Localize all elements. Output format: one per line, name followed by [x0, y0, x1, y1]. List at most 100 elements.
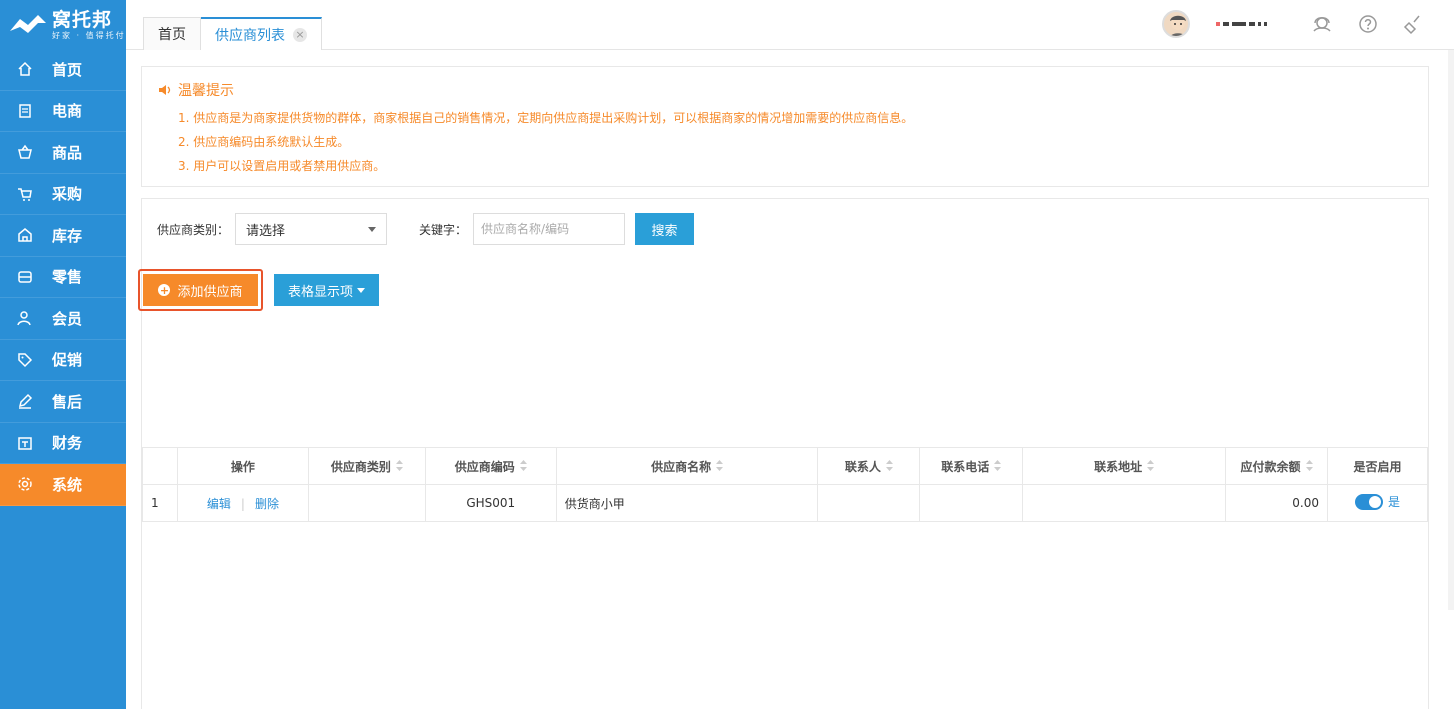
logo[interactable]: 窝托邦 好家 · 值得托付 — [0, 0, 126, 49]
sort-icon[interactable] — [1305, 460, 1313, 474]
table-header-row: 操作 供应商类别 供应商编码 供应商名称 联系人 联系电话 联系地址 应付款余额… — [142, 447, 1429, 485]
finance-icon — [16, 434, 34, 452]
document-icon — [16, 102, 34, 120]
header-label: 供应商类别 — [330, 459, 391, 474]
sidebar-item-label: 电商 — [52, 102, 83, 121]
column-settings-button[interactable]: 表格显示项 — [274, 274, 379, 306]
keyword-input[interactable] — [473, 213, 626, 245]
sidebar: 窝托邦 好家 · 值得托付 首页 电商 商品 采购 库存 零售 会员 促销 售后… — [0, 0, 126, 709]
tab-bar: 首页 供应商列表 × — [143, 17, 322, 50]
page-scrollbar[interactable] — [1448, 50, 1454, 610]
edit-link[interactable]: 编辑 — [207, 497, 231, 511]
header-label: 应付款余额 — [1240, 459, 1301, 474]
header-balance[interactable]: 应付款余额 — [1225, 447, 1328, 485]
tab-label: 首页 — [158, 27, 186, 43]
support-icon[interactable] — [1310, 12, 1334, 36]
plus-circle-icon: + — [158, 283, 171, 297]
header-label: 是否启用 — [1353, 459, 1402, 474]
cart-icon — [16, 185, 34, 203]
header-phone[interactable]: 联系电话 — [919, 447, 1024, 485]
sidebar-item-products[interactable]: 商品 — [0, 132, 126, 174]
header-category[interactable]: 供应商类别 — [307, 447, 426, 485]
cell-name: 供货商小甲 — [555, 484, 819, 522]
sidebar-item-label: 商品 — [52, 143, 83, 162]
sidebar-item-promotion[interactable]: 促销 — [0, 340, 126, 381]
toggle-switch[interactable] — [1354, 493, 1383, 510]
header-label: 供应商名称 — [651, 459, 712, 474]
sidebar-item-label: 系统 — [52, 475, 83, 494]
delete-link[interactable]: 删除 — [255, 497, 279, 511]
tips-list: 1. 供应商是为商家提供货物的群体，商家根据自己的销售情况，定期向供应商提出采购… — [158, 106, 1412, 178]
clean-icon[interactable] — [1402, 12, 1426, 36]
sidebar-item-aftersale[interactable]: 售后 — [0, 381, 126, 423]
cell-category — [307, 484, 426, 522]
sidebar-item-label: 采购 — [52, 185, 83, 204]
help-icon[interactable] — [1356, 12, 1380, 36]
sort-icon[interactable] — [1147, 460, 1155, 474]
header-label: 联系人 — [844, 459, 881, 474]
avatar[interactable] — [1162, 10, 1190, 38]
header-index — [142, 447, 178, 485]
sidebar-item-purchase[interactable]: 采购 — [0, 174, 126, 215]
caret-down-icon — [357, 287, 365, 293]
add-supplier-highlight: + 添加供应商 — [138, 269, 263, 311]
enabled-label: 是 — [1387, 495, 1400, 510]
sort-icon[interactable] — [519, 460, 527, 474]
cell-index: 1 — [142, 484, 178, 522]
sidebar-item-label: 零售 — [52, 268, 83, 287]
sidebar-item-ecommerce[interactable]: 电商 — [0, 91, 126, 132]
tips-panel: 温馨提示 1. 供应商是为商家提供货物的群体，商家根据自己的销售情况，定期向供应… — [141, 66, 1429, 187]
tip-item: 1. 供应商是为商家提供货物的群体，商家根据自己的销售情况，定期向供应商提出采购… — [178, 111, 914, 125]
tips-title: 温馨提示 — [158, 80, 1412, 100]
tab-supplier-list[interactable]: 供应商列表 × — [201, 17, 322, 50]
tab-label: 供应商列表 — [215, 27, 285, 44]
cell-contact — [817, 484, 921, 522]
top-bar: 首页 供应商列表 × — [126, 0, 1454, 50]
sidebar-item-home[interactable]: 首页 — [0, 49, 126, 91]
sort-icon[interactable] — [716, 460, 724, 474]
cell-code: GHS001 — [424, 484, 557, 522]
header-address[interactable]: 联系地址 — [1022, 447, 1227, 485]
sidebar-nav: 首页 电商 商品 采购 库存 零售 会员 促销 售后 财务 系统 — [0, 49, 126, 506]
category-select-value: 请选择 — [246, 223, 286, 239]
header-enabled: 是否启用 — [1326, 447, 1429, 485]
logo-brand: 窝托邦 — [52, 8, 113, 31]
supplier-panel: 供应商类别： 请选择 关键字： 搜索 + 添加供应商 表格显示项 — [138, 198, 1429, 709]
header-code[interactable]: 供应商编码 — [424, 447, 557, 485]
header-actions: 操作 — [176, 447, 309, 485]
username-redacted — [1216, 20, 1288, 28]
sidebar-item-retail[interactable]: 零售 — [0, 257, 126, 298]
warehouse-icon — [16, 226, 34, 244]
supplier-table: 操作 供应商类别 供应商编码 供应商名称 联系人 联系电话 联系地址 应付款余额… — [142, 447, 1429, 522]
tip-item: 3. 用户可以设置启用或者禁用供应商。 — [178, 159, 386, 173]
header-contact[interactable]: 联系人 — [817, 447, 921, 485]
tag-icon — [16, 351, 34, 369]
header-name[interactable]: 供应商名称 — [555, 447, 819, 485]
add-supplier-button[interactable]: + 添加供应商 — [143, 274, 258, 306]
sidebar-item-finance[interactable]: 财务 — [0, 423, 126, 464]
sidebar-item-system[interactable]: 系统 — [0, 464, 126, 506]
add-supplier-label: 添加供应商 — [177, 284, 243, 300]
column-settings-label: 表格显示项 — [287, 284, 353, 300]
sort-icon[interactable] — [994, 460, 1002, 474]
cell-enabled: 是 — [1326, 484, 1429, 522]
close-icon[interactable]: × — [293, 27, 307, 42]
sidebar-item-label: 会员 — [52, 309, 83, 328]
search-button[interactable]: 搜索 — [635, 213, 695, 245]
table-row: 1 编辑 | 删除 GHS001 供货商小甲 0.00 是 — [142, 484, 1429, 522]
cell-address — [1022, 484, 1227, 522]
cell-actions: 编辑 | 删除 — [176, 484, 309, 522]
sidebar-item-members[interactable]: 会员 — [0, 298, 126, 340]
sidebar-item-inventory[interactable]: 库存 — [0, 215, 126, 257]
sort-icon[interactable] — [395, 460, 403, 474]
tip-item: 2. 供应商编码由系统默认生成。 — [178, 135, 350, 149]
category-select[interactable]: 请选择 — [235, 213, 388, 245]
home-icon — [16, 60, 34, 78]
enabled-toggle[interactable]: 是 — [1354, 493, 1400, 510]
sidebar-item-label: 首页 — [52, 60, 83, 79]
tab-home[interactable]: 首页 — [143, 17, 201, 50]
filter-bar: 供应商类别： 请选择 关键字： 搜索 — [157, 213, 695, 245]
cell-balance: 0.00 — [1225, 484, 1328, 522]
sidebar-item-label: 促销 — [52, 351, 83, 370]
sort-icon[interactable] — [885, 460, 893, 474]
